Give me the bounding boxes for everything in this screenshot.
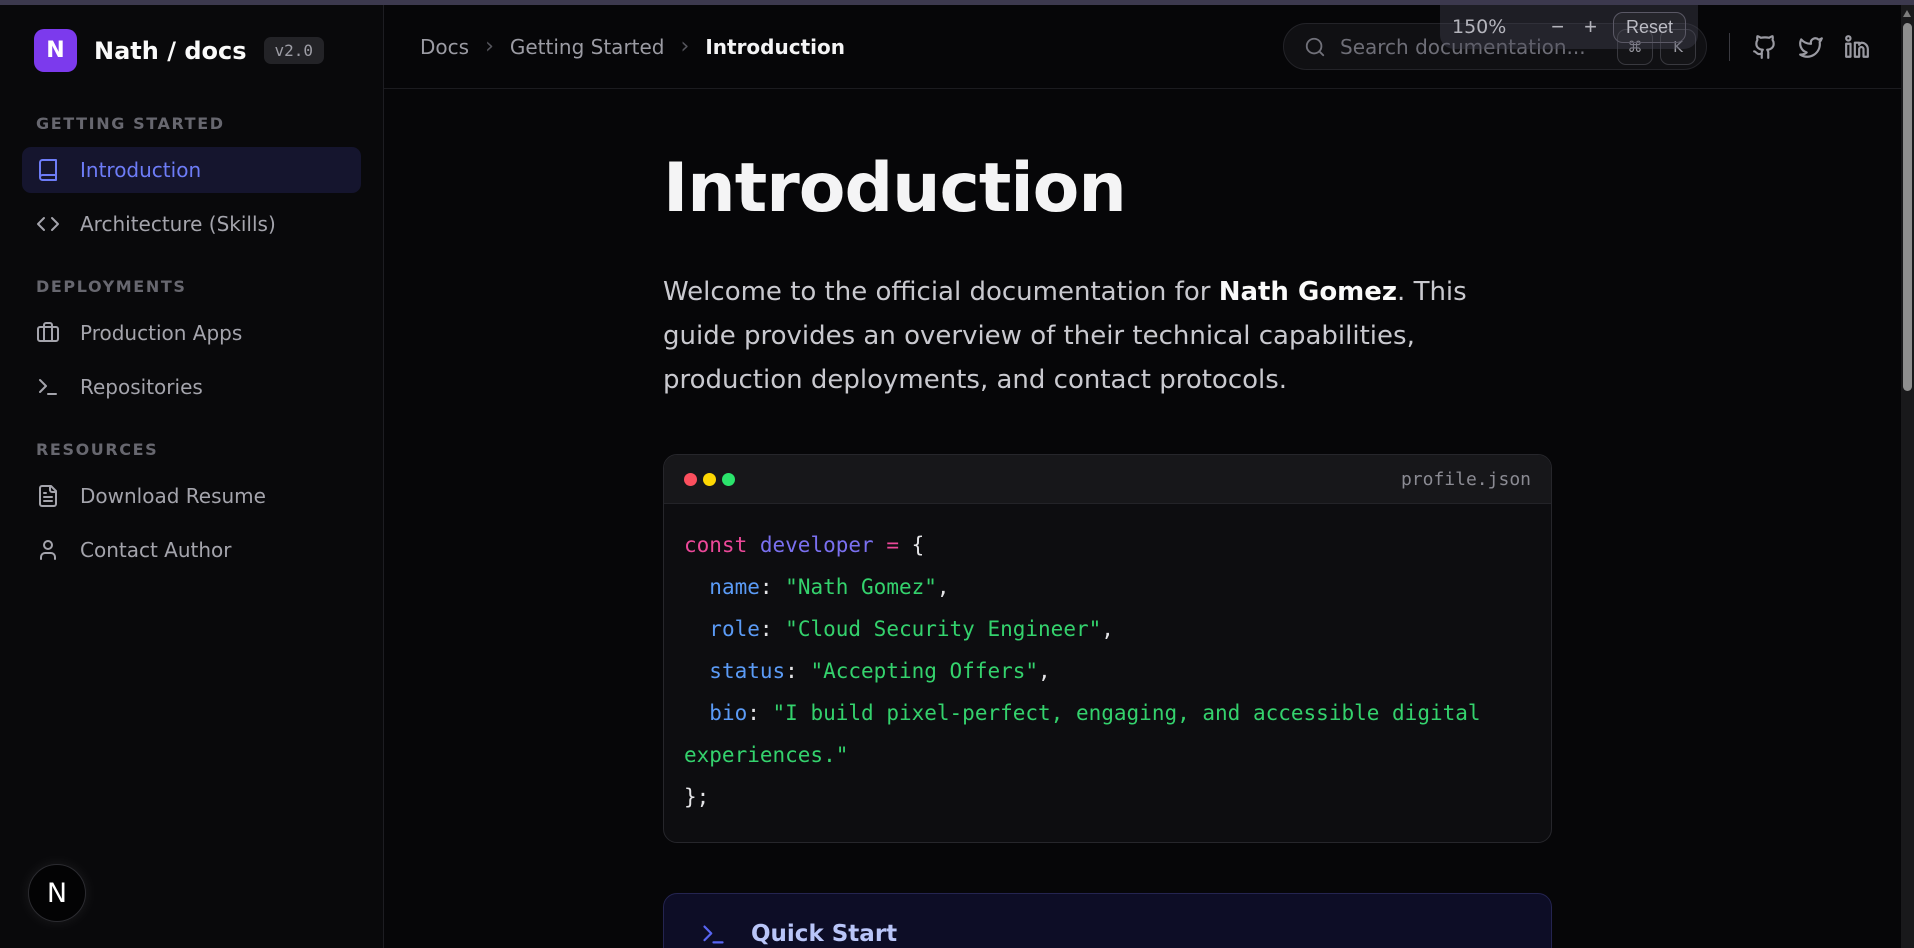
sidebar-item-architecture-skills[interactable]: Architecture (Skills) (22, 201, 361, 247)
breadcrumb-item-docs[interactable]: Docs (420, 35, 469, 59)
app-window: N Nath / docs v2.0 GETTING STARTED Introd… (0, 0, 1914, 948)
quick-start-card[interactable]: Quick Start (663, 893, 1552, 948)
sidebar-section-label: RESOURCES (36, 440, 361, 459)
terminal-icon (36, 375, 60, 399)
linkedin-icon[interactable] (1844, 34, 1870, 60)
book-icon (36, 158, 60, 182)
scrollbar[interactable] (1901, 5, 1914, 948)
github-icon[interactable] (1752, 34, 1778, 60)
sidebar-section-label: DEPLOYMENTS (36, 277, 361, 296)
terminal-icon (700, 921, 727, 948)
sidebar-footer: N (22, 864, 361, 922)
scrollbar-thumb[interactable] (1903, 23, 1912, 391)
social-links (1752, 34, 1870, 60)
sidebar-item-label: Download Resume (80, 484, 266, 508)
chevron-right-icon: › (485, 36, 494, 58)
user-icon (36, 538, 60, 562)
sidebar-section-getting-started: GETTING STARTED Introduction Architecture … (22, 114, 361, 247)
version-badge: v2.0 (264, 37, 325, 64)
brand-name: Nath / docs (94, 37, 247, 65)
code-line: role: "Cloud Security Engineer", (684, 608, 1531, 650)
search-icon (1304, 36, 1326, 58)
code-line: const developer = { (684, 524, 1531, 566)
zoom-reset-button[interactable]: Reset (1613, 12, 1686, 43)
main-content: Introduction Welcome to the official doc… (384, 89, 1914, 948)
zoom-out-button[interactable]: − (1551, 14, 1564, 40)
intro-text-bold: Nath Gomez (1219, 277, 1397, 307)
sidebar-item-label: Repositories (80, 375, 203, 399)
quick-start-title: Quick Start (751, 921, 897, 948)
breadcrumb: Docs › Getting Started › Introduction (420, 35, 845, 59)
intro-text-pre: Welcome to the official documentation fo… (663, 277, 1219, 307)
sidebar: N Nath / docs v2.0 GETTING STARTED Introd… (0, 5, 384, 948)
sidebar-item-introduction[interactable]: Introduction (22, 147, 361, 193)
code-window: profile.json const developer = { name: "… (663, 454, 1552, 843)
sidebar-item-label: Architecture (Skills) (80, 212, 276, 236)
sidebar-item-contact-author[interactable]: Contact Author (22, 527, 361, 573)
sidebar-item-production-apps[interactable]: Production Apps (22, 310, 361, 356)
sidebar-section-label: GETTING STARTED (36, 114, 361, 133)
footer-avatar[interactable]: N (28, 864, 86, 922)
sidebar-item-label: Introduction (80, 158, 201, 182)
main-column: Docs›Getting Started›Introduction ⌘ K (384, 5, 1914, 948)
traffic-light-red-icon (684, 473, 697, 486)
code-filename: profile.json (1401, 469, 1531, 490)
file-text-icon (36, 484, 60, 508)
briefcase-icon (36, 321, 60, 345)
code-body: const developer = { name: "Nath Gomez", … (664, 504, 1551, 842)
sidebar-nav: GETTING STARTED Introduction Architecture … (22, 114, 361, 603)
sidebar-section-resources: RESOURCES Download Resume Contact Author (22, 440, 361, 573)
traffic-light-green-icon (722, 473, 735, 486)
sidebar-item-label: Production Apps (80, 321, 242, 345)
scrollbar-up-arrow-icon[interactable] (1903, 10, 1911, 17)
sidebar-item-repositories[interactable]: Repositories (22, 364, 361, 410)
intro-paragraph: Welcome to the official documentation fo… (663, 270, 1525, 402)
zoom-in-button[interactable]: + (1584, 14, 1597, 40)
code-line: status: "Accepting Offers", (684, 650, 1531, 692)
topbar-divider (1729, 33, 1730, 61)
chevron-right-icon: › (681, 36, 690, 58)
page-title: Introduction (663, 149, 1914, 228)
breadcrumb-item-introduction: Introduction (705, 35, 845, 59)
brand-logo: N (34, 29, 77, 72)
code-line: bio: "I build pixel-perfect, engaging, a… (684, 692, 1531, 776)
sidebar-section-deployments: DEPLOYMENTS Production Apps Repositories (22, 277, 361, 410)
sidebar-item-download-resume[interactable]: Download Resume (22, 473, 361, 519)
brand[interactable]: N Nath / docs v2.0 (22, 29, 361, 72)
sidebar-item-label: Contact Author (80, 538, 232, 562)
code-line: name: "Nath Gomez", (684, 566, 1531, 608)
code-line: }; (684, 776, 1531, 818)
traffic-light-yellow-icon (703, 473, 716, 486)
breadcrumb-item-getting-started[interactable]: Getting Started (510, 35, 665, 59)
code-icon (36, 212, 60, 236)
browser-zoom-popup: 150% − + Reset (1440, 5, 1698, 49)
zoom-level: 150% (1452, 16, 1506, 38)
code-window-header: profile.json (664, 455, 1551, 504)
twitter-icon[interactable] (1798, 34, 1824, 60)
